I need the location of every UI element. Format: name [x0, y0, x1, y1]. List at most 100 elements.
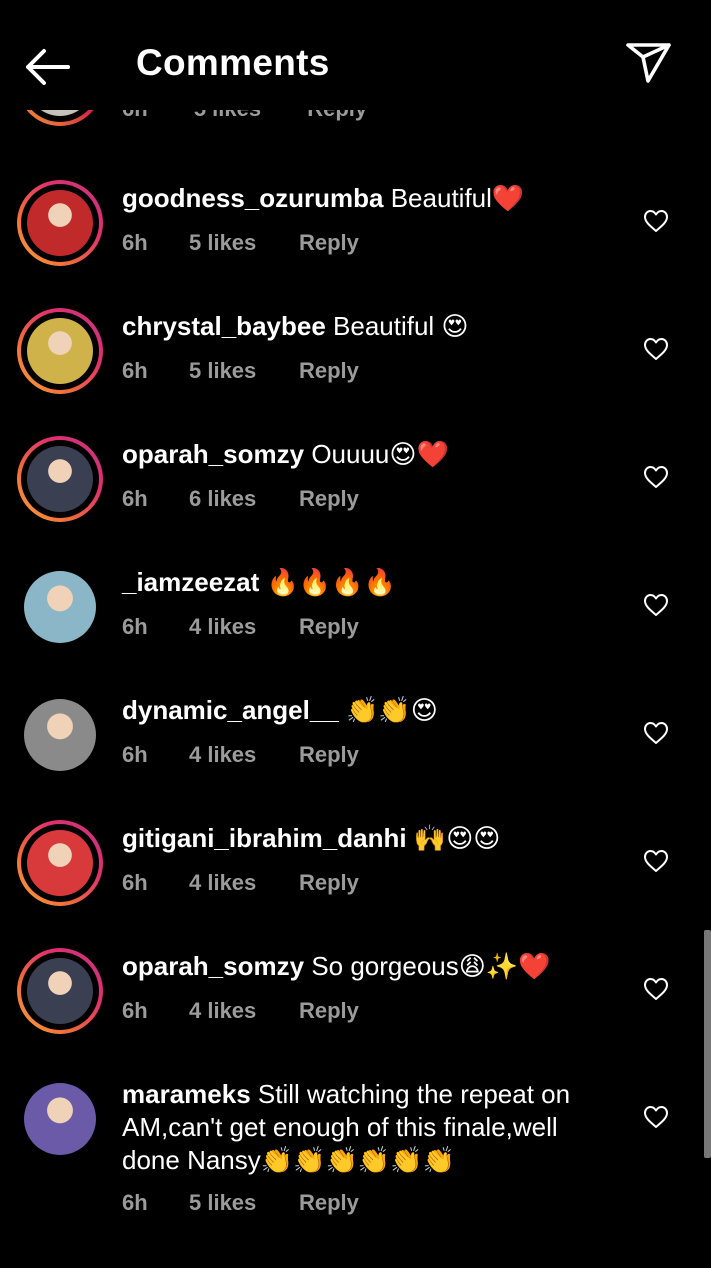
like-button[interactable] [643, 849, 669, 873]
scrollbar[interactable] [704, 930, 711, 1158]
comment-text: _iamzeezat 🔥🔥🔥🔥 [122, 566, 602, 599]
comment-text: marameks Still watching the repeat on AM… [122, 1078, 602, 1177]
comment-time: 6h [122, 1190, 148, 1215]
comment-username[interactable]: dynamic_angel__ [122, 695, 339, 725]
comment-item: oparah_somzy So gorgeous😩✨❤️ 6h 4 likes Rep… [0, 948, 711, 1076]
page-title: Comments [136, 42, 330, 83]
comment-time: 6h [122, 230, 148, 255]
comment-body: 👏👏😍 [346, 695, 438, 725]
comment-time: 6h [122, 614, 148, 639]
comment-item: goodness_ozurumba Beautiful❤️ 6h 5 likes Re… [0, 180, 711, 308]
comment-item: gitigani_ibrahim_danhi 🙌😍😍 6h 4 likes Reply [0, 820, 711, 948]
heart-outline-icon [644, 338, 668, 360]
like-button[interactable] [643, 465, 669, 489]
avatar-ring [17, 692, 103, 778]
like-button[interactable] [643, 721, 669, 745]
comment-body: Ouuuu😍❤️ [311, 439, 449, 469]
comment-likes[interactable]: 5 likes [189, 1190, 299, 1216]
comment-username[interactable]: chrystal_baybee [122, 311, 326, 341]
comment-username[interactable]: goodness_ozurumba [122, 183, 383, 213]
reply-button[interactable]: Reply [299, 358, 359, 384]
comment-likes[interactable]: 4 likes [189, 614, 299, 640]
avatar-ring [17, 436, 103, 522]
heart-outline-icon [644, 1106, 668, 1128]
avatar-ring [17, 820, 103, 906]
share-button[interactable] [624, 40, 674, 86]
comment-item: dynamic_angel__ 👏👏😍 6h 4 likes Reply [0, 692, 711, 820]
arrow-left-icon [26, 49, 70, 85]
avatar[interactable] [27, 958, 93, 1024]
comment-time: 6h [122, 870, 148, 895]
avatar-ring [17, 180, 103, 266]
reply-button[interactable]: Reply [299, 742, 359, 768]
like-button[interactable] [643, 209, 669, 233]
paper-plane-icon [626, 43, 671, 83]
avatar[interactable] [27, 190, 93, 256]
comment-text: goodness_ozurumba Beautiful❤️ [122, 182, 602, 215]
reply-button[interactable]: Reply [299, 614, 359, 640]
like-button[interactable] [643, 1105, 669, 1129]
comment-body: So gorgeous😩✨❤️ [311, 951, 551, 981]
comment-body: Beautiful❤️ [390, 183, 525, 213]
comment-username[interactable]: marameks [122, 1079, 251, 1109]
comment-meta: 6h 4 likes Reply [122, 870, 359, 896]
heart-outline-icon [644, 594, 668, 616]
comment-body: 🔥🔥🔥🔥 [266, 567, 397, 597]
comment-meta: 6h 5 likes Reply [122, 358, 359, 384]
comment-text: chrystal_baybee Beautiful 😍 [122, 310, 602, 343]
comment-username[interactable]: oparah_somzy [122, 951, 304, 981]
avatar-ring [17, 308, 103, 394]
avatar[interactable] [27, 830, 93, 896]
comment-item: oparah_somzy Ouuuu😍❤️ 6h 6 likes Reply [0, 436, 711, 564]
avatar[interactable] [24, 699, 96, 771]
comment-meta: 6h 5 likes Reply [122, 1190, 359, 1216]
comment-text: oparah_somzy So gorgeous😩✨❤️ [122, 950, 602, 983]
like-button[interactable] [643, 337, 669, 361]
comment-time: 6h [122, 998, 148, 1023]
comment-item: marameks Still watching the repeat on AM… [0, 1076, 711, 1215]
comment-username[interactable]: _iamzeezat [122, 567, 259, 597]
comment-time: 6h [122, 358, 148, 383]
reply-button[interactable]: Reply [299, 486, 359, 512]
avatar-ring [17, 564, 103, 650]
comment-likes[interactable]: 4 likes [189, 742, 299, 768]
reply-button[interactable]: Reply [299, 230, 359, 256]
comment-text: gitigani_ibrahim_danhi 🙌😍😍 [122, 822, 602, 855]
avatar-ring [17, 1076, 103, 1162]
heart-outline-icon [644, 850, 668, 872]
comment-likes[interactable]: 5 likes [189, 358, 299, 384]
comment-likes[interactable]: 4 likes [189, 870, 299, 896]
heart-outline-icon [644, 466, 668, 488]
back-button[interactable] [22, 44, 72, 90]
avatar-ring [17, 948, 103, 1034]
comment-likes[interactable]: 5 likes [189, 230, 299, 256]
comment-body: Beautiful 😍 [333, 311, 469, 341]
comment-item: _iamzeezat 🔥🔥🔥🔥 6h 4 likes Reply [0, 564, 711, 692]
comment-likes[interactable]: 6 likes [189, 486, 299, 512]
comment-meta: 6h 6 likes Reply [122, 486, 359, 512]
reply-button[interactable]: Reply [299, 1190, 359, 1216]
comment-username[interactable]: oparah_somzy [122, 439, 304, 469]
reply-button[interactable]: Reply [299, 998, 359, 1024]
like-button[interactable] [643, 593, 669, 617]
avatar[interactable] [27, 318, 93, 384]
comment-text: dynamic_angel__ 👏👏😍 [122, 694, 602, 727]
like-button[interactable] [643, 977, 669, 1001]
comment-likes[interactable]: 4 likes [189, 998, 299, 1024]
heart-outline-icon [644, 722, 668, 744]
comment-body: 🙌😍😍 [413, 823, 501, 853]
comment-item: chrystal_baybee Beautiful 😍 6h 5 likes Repl… [0, 308, 711, 436]
comment-time: 6h [122, 742, 148, 767]
comment-meta: 6h 5 likes Reply [122, 230, 359, 256]
avatar[interactable] [27, 446, 93, 512]
avatar[interactable] [24, 1083, 96, 1155]
reply-button[interactable]: Reply [299, 870, 359, 896]
comment-meta: 6h 4 likes Reply [122, 614, 359, 640]
comment-time: 6h [122, 486, 148, 511]
comment-meta: 6h 4 likes Reply [122, 998, 359, 1024]
comment-username[interactable]: gitigani_ibrahim_danhi [122, 823, 407, 853]
avatar[interactable] [24, 571, 96, 643]
top-bar: Comments [0, 0, 711, 110]
heart-outline-icon [644, 210, 668, 232]
comment-text: oparah_somzy Ouuuu😍❤️ [122, 438, 602, 471]
